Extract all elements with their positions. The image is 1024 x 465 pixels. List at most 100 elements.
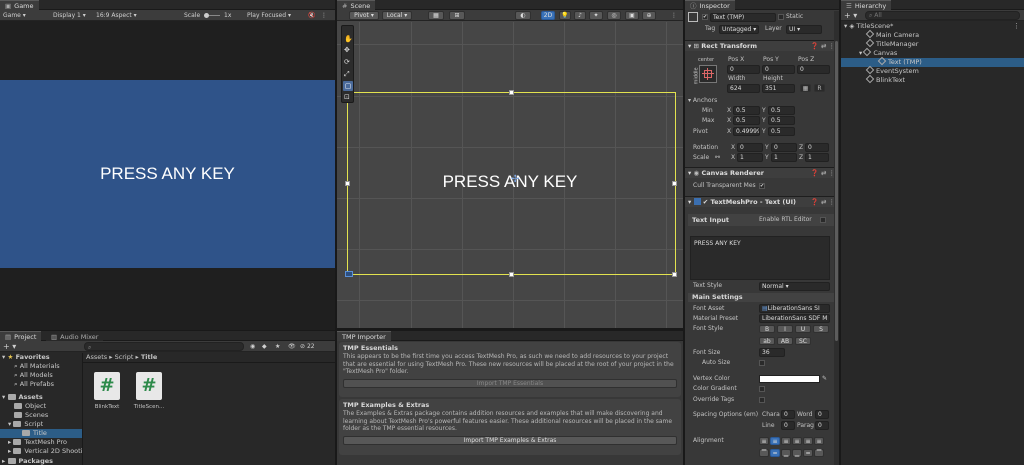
align-bottom-icon[interactable]: ▁ [781,449,791,457]
hierarchy-item[interactable]: ▾ Canvas [859,47,897,58]
font-style-strike-button[interactable]: S [813,325,829,333]
align-justify-icon[interactable]: ≡ [792,437,802,445]
anchor-preset-button[interactable] [699,65,717,83]
scene-more-icon[interactable]: ⋮ [671,11,677,20]
asset-folder[interactable]: ▾ Script [8,420,43,429]
font-style-uppercase-button[interactable]: AB [777,337,793,345]
tag-dropdown[interactable]: Untagged ▾ [719,25,759,34]
component-enabled-checkbox[interactable]: ✔ [703,198,708,206]
rect-handle-br[interactable] [672,272,677,277]
tab-audio-mixer[interactable]: ▥ Audio Mixer [46,331,104,341]
tab-game[interactable]: ▣ Game [0,0,39,10]
align-middle-icon[interactable]: ═ [770,449,780,457]
rect-tool-icon[interactable]: ▢ [343,81,353,91]
blueprint-mode-icon[interactable]: ▦ [800,84,811,92]
paragraph-spacing-field[interactable]: 0 [815,421,829,430]
rotation-y-field[interactable]: 0 [771,143,797,152]
material-preset-dropdown[interactable]: LiberationSans SDF M ▾ [759,314,830,323]
text-style-dropdown[interactable]: Normal ▾ [759,282,830,291]
asset-folder[interactable]: ▸ Vertical 2D Shootin [8,447,82,456]
packages-node[interactable]: ▸ Packages [2,457,53,465]
textmeshpro-header[interactable]: ▾ ✔ TextMeshPro - Text (UI) ❓ ⇄ ⋮ [685,196,839,207]
component-menu-icons[interactable]: ❓ ⇄ ⋮ [811,41,835,51]
scene-viewport[interactable]: PRESS ANY KEY ✢ [337,22,683,328]
font-style-smallcaps-button[interactable]: SC [795,337,811,345]
scale-y-field[interactable]: 1 [771,153,797,162]
hierarchy-item[interactable]: EventSystem [865,65,919,76]
effects-icon[interactable]: ✦ [589,11,603,20]
align-capline-icon[interactable]: ▔ [814,449,824,457]
align-geometry-icon[interactable]: ≡ [814,437,824,445]
align-top-icon[interactable]: ▔ [759,449,769,457]
audio-icon[interactable]: ♪ [574,11,586,20]
hierarchy-item[interactable]: TitleManager [865,38,918,49]
font-style-bold-button[interactable]: B [759,325,775,333]
hidden-packages-icon[interactable]: 👁 [288,342,296,351]
inspector-scrollbar[interactable] [834,11,839,465]
hidden-objects-icon[interactable]: ◎ [607,11,621,20]
asset-folder[interactable]: Object [14,402,46,411]
import-tmp-essentials-button[interactable]: Import TMP Essentials [343,379,677,388]
override-tags-checkbox[interactable] [759,397,765,403]
anchor-min-y-field[interactable]: 0.5 [768,106,795,115]
align-left-icon[interactable]: ≡ [759,437,769,445]
favorite-item[interactable]: ⌕ All Prefabs [14,380,54,389]
pivot-dropdown[interactable]: Pivot ▾ [349,11,379,20]
transform-tool-icon[interactable]: ⊡ [344,93,350,101]
layer-dropdown[interactable]: UI ▾ [786,25,822,34]
rect-handle-top[interactable] [509,90,514,95]
object-name-field[interactable]: Text (TMP) [710,13,776,22]
font-style-lowercase-button[interactable]: ab [759,337,775,345]
component-menu-icons[interactable]: ❓ ⇄ ⋮ [811,197,835,207]
more-options-icon[interactable]: ⋮ [321,11,327,20]
hierarchy-create-button[interactable]: + ▾ [844,11,857,20]
anchor-max-x-field[interactable]: 0.5 [733,116,760,125]
tab-scene[interactable]: # Scene [337,0,376,10]
align-baseline-icon[interactable]: ▁ [792,449,802,457]
tab-tmp-importer[interactable]: TMP Importer [337,331,391,341]
rotate-tool-icon[interactable]: ⟳ [344,58,350,66]
align-flush-icon[interactable]: ≡ [803,437,813,445]
tab-inspector[interactable]: ⓘ Inspector [685,0,735,10]
aspect-dropdown[interactable]: 16:9 Aspect ▾ [96,11,137,20]
hierarchy-item[interactable]: Main Camera [865,29,919,40]
rtl-editor-checkbox[interactable] [820,217,826,223]
create-button[interactable]: + ▾ [3,342,16,351]
raw-edit-button[interactable]: R [814,84,825,92]
csharp-script-icon[interactable]: # [136,372,162,400]
align-center-icon[interactable]: ≡ [770,437,780,445]
vertex-color-swatch[interactable] [759,375,820,383]
favorite-icon[interactable]: ★ [275,342,280,351]
character-spacing-field[interactable]: 0 [781,410,795,419]
text-input-area[interactable]: PRESS ANY KEY [690,236,830,280]
auto-size-checkbox[interactable] [759,360,765,366]
play-mode-dropdown[interactable]: Play Focused ▾ [247,11,291,20]
rect-handle-bottom[interactable] [509,272,514,277]
anchor-gizmo-icon[interactable]: ✢ [511,174,519,186]
favorites-node[interactable]: ▾ ★ Favorites [2,353,50,362]
line-spacing-field[interactable]: 0 [781,421,795,430]
anchor-max-y-field[interactable]: 0.5 [768,116,795,125]
align-right-icon[interactable]: ≡ [781,437,791,445]
pos-y-field[interactable]: 0 [762,65,795,74]
hierarchy-item[interactable]: BlinkText [865,74,905,85]
import-tmp-extras-button[interactable]: Import TMP Examples & Extras [343,436,677,445]
display-dropdown[interactable]: Display 1 ▾ [53,11,86,20]
align-midline-icon[interactable]: ═ [803,449,813,457]
asset-folder[interactable]: Scenes [14,411,48,420]
scale-z-field[interactable]: 1 [805,153,829,162]
assets-node[interactable]: ▾ Assets [2,393,43,402]
breadcrumb-item[interactable]: Script [115,353,134,361]
rotation-z-field[interactable]: 0 [805,143,829,152]
link-icon[interactable]: ⚯ [715,154,720,162]
favorite-item[interactable]: ⌕ All Materials [14,362,60,371]
word-spacing-field[interactable]: 0 [815,410,829,419]
snap-increment-icon[interactable]: ⊞ [449,11,465,20]
toggle-2d-button[interactable]: 2D [541,11,555,20]
project-search-input[interactable]: ⌕ [84,342,244,351]
eyedropper-icon[interactable]: ✎ [822,375,827,383]
game-mode-dropdown[interactable]: Game ▾ [3,11,26,20]
rect-transform-header[interactable]: ▾ ⊞ Rect Transform ❓ ⇄ ⋮ [685,40,839,51]
font-style-italic-button[interactable]: I [777,325,793,333]
search-by-label-icon[interactable]: ◆ [262,342,267,351]
